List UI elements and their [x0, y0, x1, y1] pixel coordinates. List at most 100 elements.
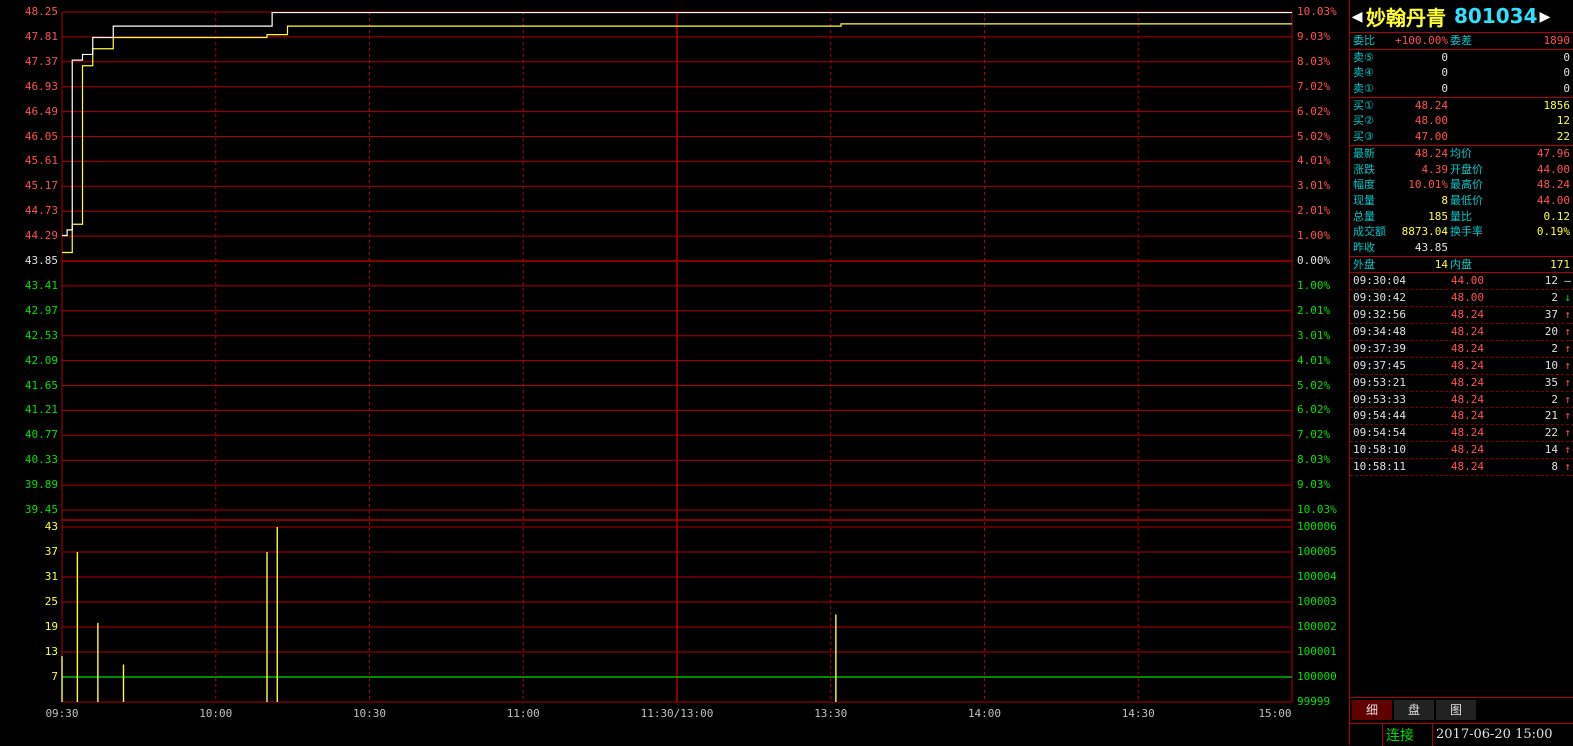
sell-order-row: 卖① 0 0 [1350, 81, 1573, 97]
trade-ticks-list[interactable]: 09:30:04 44.00 12 — 09:30:42 48.00 2 ↓ 09:32:56 4… [1350, 273, 1573, 476]
volume-right-tick-label: 100001 [1297, 645, 1337, 658]
volume-tick-label: 37 [44, 545, 58, 558]
trade-row[interactable]: 09:53:21 48.24 35 ↑ [1350, 375, 1573, 392]
tab-detail[interactable]: 细 [1352, 700, 1392, 720]
waipan-label: 外盘 [1353, 257, 1375, 271]
trade-price: 44.00 [1450, 274, 1484, 288]
buy-order-row: 买③ 47.00 22 [1350, 129, 1573, 145]
trade-price: 48.24 [1450, 460, 1484, 474]
trade-price: 48.24 [1450, 409, 1484, 423]
trade-time: 09:32:56 [1353, 308, 1406, 322]
trade-row[interactable]: 09:30:42 48.00 2 ↓ [1350, 290, 1573, 308]
percent-tick-label: 2.01% [1297, 303, 1331, 317]
stat-value: 0.12 [1543, 209, 1571, 223]
stat-value: 8 [1441, 193, 1448, 207]
trade-row[interactable]: 10:58:11 48.24 8 ↑ [1350, 459, 1573, 476]
buy-volume: 22 [1556, 130, 1570, 144]
stat-label: 幅度 [1353, 178, 1375, 192]
trade-direction-icon: ↑ [1564, 426, 1571, 440]
stat-value: 44.00 [1536, 193, 1570, 207]
stat-value: 8873.04 [1401, 225, 1448, 239]
volume-tick-label: 7 [51, 670, 58, 683]
trade-row[interactable]: 09:54:44 48.24 21 ↑ [1350, 408, 1573, 426]
volume-tick-label: 13 [44, 645, 58, 658]
weibi-value: +100.00% [1395, 34, 1448, 47]
trade-row[interactable]: 09:34:48 48.24 20 ↑ [1350, 324, 1573, 341]
trade-price: 48.24 [1450, 308, 1484, 322]
stat-row: 成交额 8873.04 换手率 0.19% [1350, 224, 1573, 240]
trade-volume: 8 [1551, 460, 1558, 474]
tab-chart[interactable]: 图 [1436, 700, 1476, 720]
tab-board[interactable]: 盘 [1394, 700, 1434, 720]
weibi-row: 委比 +100.00% 委差 1890 [1350, 33, 1573, 50]
stat-label: 总量 [1353, 209, 1375, 223]
price-tick-label: 41.65 [24, 378, 58, 392]
percent-tick-label: 2.01% [1297, 204, 1331, 218]
prev-stock-arrow-icon[interactable]: ◀ [1350, 6, 1364, 27]
trade-row[interactable]: 09:54:54 48.24 22 ↑ [1350, 425, 1573, 443]
trade-direction-icon: ↑ [1564, 308, 1571, 322]
buy-volume: 1856 [1543, 98, 1571, 112]
percent-tick-label: 1.00% [1297, 278, 1331, 292]
trade-direction-icon: ↑ [1564, 409, 1571, 423]
trade-direction-icon: ↑ [1564, 341, 1571, 355]
buy-price: 47.00 [1414, 130, 1448, 144]
percent-tick-label: 6.02% [1297, 403, 1331, 417]
percent-tick-label: 9.03% [1297, 478, 1331, 492]
price-tick-label: 43.85 [24, 254, 58, 267]
price-tick-label: 45.61 [24, 154, 58, 168]
volume-right-tick-label: 100005 [1297, 545, 1337, 558]
stat-value: 185 [1428, 209, 1448, 223]
trade-row[interactable]: 09:30:04 44.00 12 — [1350, 273, 1573, 291]
trade-direction-icon: ↑ [1564, 392, 1571, 406]
sell-order-row: 卖⑤ 0 0 [1350, 50, 1573, 66]
trade-price: 48.00 [1450, 291, 1484, 305]
stat-label: 涨跌 [1353, 162, 1375, 176]
trade-row[interactable]: 09:53:33 48.24 2 ↑ [1350, 392, 1573, 409]
weicha-label: 委差 [1450, 34, 1472, 47]
trade-row[interactable]: 10:58:10 48.24 14 ↑ [1350, 442, 1573, 460]
stat-label: 换手率 [1450, 225, 1483, 239]
percent-tick-label: 8.03% [1297, 453, 1331, 467]
trade-row[interactable]: 09:37:45 48.24 10 ↑ [1350, 358, 1573, 375]
price-tick-label: 40.77 [24, 428, 58, 442]
buy-level-label: 买③ [1353, 130, 1374, 144]
neipan-label: 内盘 [1450, 257, 1472, 271]
trade-row[interactable]: 09:32:56 48.24 37 ↑ [1350, 307, 1573, 324]
next-stock-arrow-icon[interactable]: ▶ [1540, 6, 1551, 27]
trade-direction-icon: — [1564, 274, 1571, 288]
sell-price: 0 [1441, 50, 1448, 64]
quote-panel: ◀ 妙翰丹青 801034 ▶ 委比 +100.00% 委差 1890 卖⑤ 0 0… [1349, 0, 1573, 746]
price-tick-label: 42.53 [24, 328, 58, 342]
sell-orders: 卖⑤ 0 0 卖④ 0 0 卖① 0 0 [1350, 50, 1573, 98]
volume-right-tick-label: 100002 [1297, 620, 1337, 633]
trade-row[interactable]: 09:37:39 48.24 2 ↑ [1350, 341, 1573, 358]
buy-level-label: 买② [1353, 114, 1374, 128]
volume-tick-label: 19 [44, 620, 58, 633]
time-tick-label: 14:00 [967, 707, 1002, 720]
trade-time: 09:53:33 [1353, 392, 1406, 406]
stat-label: 昨收 [1353, 240, 1375, 254]
stat-label: 开盘价 [1450, 162, 1483, 176]
trade-volume: 2 [1551, 392, 1558, 406]
trade-time: 10:58:10 [1353, 443, 1406, 457]
price-tick-label: 47.37 [24, 54, 58, 68]
trade-direction-icon: ↑ [1564, 358, 1571, 372]
trade-time: 09:30:42 [1353, 291, 1406, 305]
time-tick-label: 09:30 [45, 707, 79, 720]
price-tick-label: 39.45 [24, 503, 58, 516]
percent-tick-label: 3.01% [1297, 179, 1331, 193]
sell-price: 0 [1441, 82, 1448, 96]
buy-order-row: 买① 48.24 1856 [1350, 98, 1573, 114]
intraday-chart[interactable] [0, 0, 1349, 745]
trade-volume: 2 [1551, 341, 1558, 355]
connection-status[interactable]: 连接 [1386, 725, 1414, 745]
price-tick-label: 46.49 [24, 104, 58, 118]
trade-time: 09:54:44 [1353, 409, 1406, 423]
status-divider [1432, 724, 1433, 746]
trade-time: 09:30:04 [1353, 274, 1406, 288]
stat-label: 均价 [1450, 146, 1472, 160]
price-tick-label: 48.25 [24, 5, 58, 18]
buy-level-label: 买① [1353, 98, 1374, 112]
stock-title-bar: ◀ 妙翰丹青 801034 ▶ [1350, 0, 1573, 33]
